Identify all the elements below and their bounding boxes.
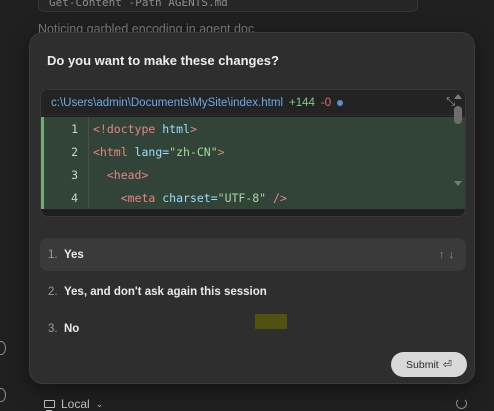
code-token: lang= [127,144,170,159]
code-token: <meta [120,190,156,205]
confirm-changes-dialog: Do you want to make these changes? c:\Us… [29,32,475,384]
monitor-icon [44,400,55,411]
app-window: Get-Content -Path AGENTS.md Noticing gar… [0,0,494,411]
scroll-up-arrow-icon[interactable] [454,94,462,99]
deletions-count: -0 [320,96,332,109]
unsaved-dot-icon [337,99,344,106]
code-line: 2 <html lang= "zh-CN" > [41,140,465,163]
line-number: 2 [71,144,78,159]
code-view[interactable]: 1 <!doctype html >2 <html lang= "zh-CN" >3 <h… [41,117,465,216]
code-text: <!doctype html > [88,117,465,140]
option-number: 2. [48,285,58,298]
highlight-mark [255,314,287,329]
line-number: 3 [71,167,78,182]
option-number: 1. [48,248,58,261]
code-token: /> [266,190,287,205]
option-number: 3. [48,322,58,335]
code-line: 3 <head > [41,163,465,186]
code-token: > [217,144,225,159]
option-item[interactable]: 2. Yes, and don't ask again this session [40,275,466,308]
diff-panel: c:\Users\admin\Documents\MySite\index.ht… [40,89,466,217]
option-item[interactable]: 1. Yes ↑↓ [40,238,466,271]
code-line: 1 <!doctype html > [41,117,465,140]
option-label: Yes, and don't ask again this session [64,285,267,298]
enter-key-icon: ⏎ [442,359,452,371]
additions-count: +144 [289,96,315,109]
options-list: 1. Yes ↑↓ 2. Yes, and don't ask again this s… [40,238,466,349]
scroll-thumb[interactable] [454,106,462,124]
spinner-icon [456,398,467,409]
file-path-link[interactable]: c:\Users\admin\Documents\MySite\index.ht… [51,97,283,109]
line-number: 1 [71,121,78,136]
code-token: html [155,121,190,136]
diff-header: c:\Users\admin\Documents\MySite\index.ht… [41,90,465,116]
environment-label: Local [61,397,90,411]
code-token: > [189,121,197,136]
submit-button[interactable]: Submit ⏎ [391,352,467,377]
option-item[interactable]: 3. No [40,312,466,345]
option-label: Yes [64,248,84,261]
scroll-down-arrow-icon[interactable] [454,181,462,186]
code-token: "zh-CN" [169,144,218,159]
edge-circle-icon [0,341,6,355]
code-line: 4 <meta charset= "UTF-8" /> [41,186,465,209]
dialog-title: Do you want to make these changes? [47,53,279,68]
code-text: <head > [88,163,465,186]
code-text: <html lang= "zh-CN" > [88,140,465,163]
submit-label: Submit [406,358,439,371]
edge-circle-icon [0,388,6,402]
code-text: <meta charset= "UTF-8" /> [88,186,465,209]
code-scrollbar[interactable] [453,92,463,188]
option-label: No [64,322,80,335]
code-token: <!doctype [93,121,156,136]
code-token: "UTF-8" [217,190,267,205]
code-token: charset= [155,190,218,205]
background-command: Get-Content -Path AGENTS.md [38,0,418,12]
line-number: 4 [71,190,78,205]
chevron-down-icon: ⌄ [95,398,104,409]
code-token: > [141,167,149,182]
bottom-bar[interactable]: Local ⌄ [44,397,103,411]
code-token: <html [93,144,128,159]
up-down-arrows-icon: ↑↓ [439,248,458,261]
code-token: <head [106,167,142,182]
